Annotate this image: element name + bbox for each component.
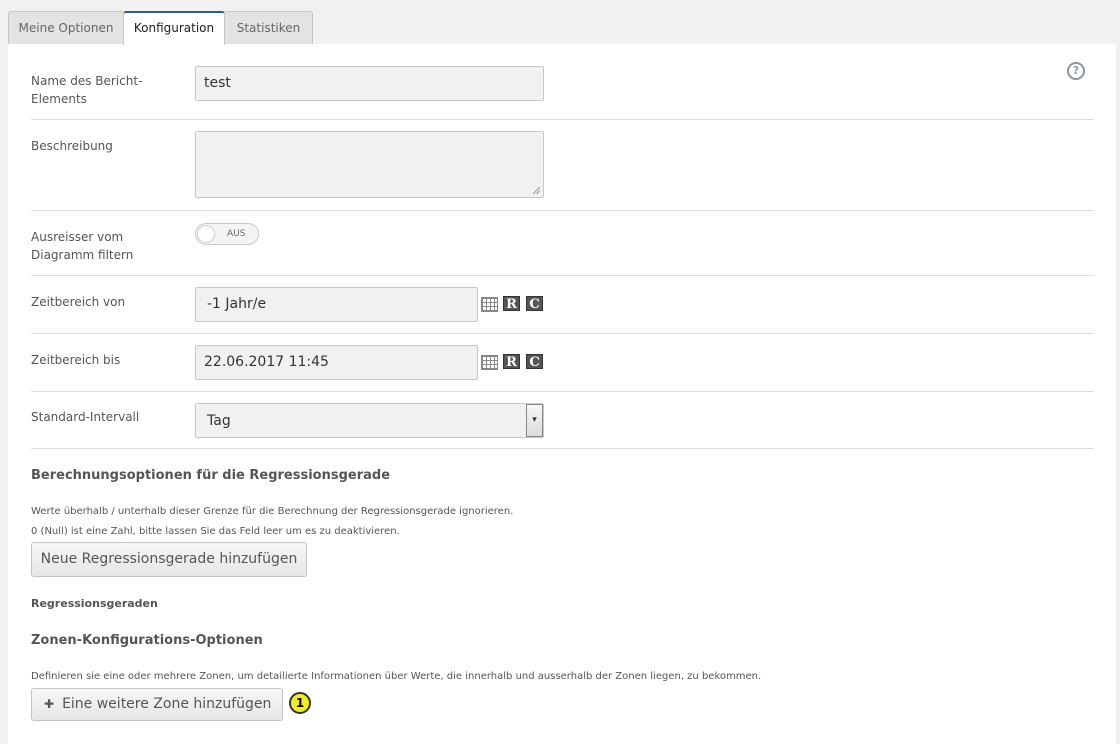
- divider: [31, 275, 1094, 276]
- relative-date-icon[interactable]: R: [503, 296, 520, 312]
- interval-selected: Tag: [207, 413, 231, 429]
- outliers-toggle[interactable]: AUS: [195, 223, 259, 245]
- divider: [31, 210, 1094, 211]
- interval-label: Standard-Intervall: [31, 410, 140, 424]
- tab-statistiken[interactable]: Statistiken: [224, 11, 313, 44]
- description-textarea[interactable]: [195, 131, 544, 198]
- toggle-knob: [197, 225, 215, 243]
- name-label: Name des Bericht-Elements: [31, 74, 143, 106]
- name-input[interactable]: test: [195, 66, 544, 101]
- interval-select[interactable]: Tag ▾: [195, 403, 544, 438]
- add-zone-button[interactable]: ✚ Eine weitere Zone hinzufügen: [31, 688, 283, 721]
- description-label: Beschreibung: [31, 139, 113, 153]
- range-from-input[interactable]: -1 Jahr/e: [195, 287, 478, 322]
- range-to-label: Zeitbereich bis: [31, 353, 121, 367]
- outliers-label: Ausreisser vom Diagramm filtern: [31, 230, 134, 262]
- clear-date-icon[interactable]: C: [526, 354, 543, 370]
- zones-note: Definieren sie eine oder mehrere Zonen, …: [31, 671, 762, 682]
- divider: [31, 448, 1094, 449]
- clear-date-icon[interactable]: C: [526, 296, 543, 312]
- regression-heading: Berechnungsoptionen für die Regressionsg…: [31, 468, 391, 483]
- calendar-icon[interactable]: [481, 355, 498, 370]
- zones-heading: Zonen-Konfigurations-Optionen: [31, 633, 263, 648]
- chevron-down-icon[interactable]: ▾: [526, 404, 543, 437]
- add-regression-button[interactable]: Neue Regressionsgerade hinzufügen: [31, 542, 307, 577]
- tab-konfiguration[interactable]: Konfiguration: [123, 11, 225, 45]
- divider: [31, 333, 1094, 334]
- tab-meine-optionen[interactable]: Meine Optionen: [8, 11, 124, 44]
- regression-note-2: 0 (Null) ist eine Zahl, bitte lassen Sie…: [31, 526, 400, 537]
- regression-note-1: Werte überhalb / unterhalb dieser Grenze…: [31, 506, 514, 517]
- range-from-label: Zeitbereich von: [31, 295, 126, 309]
- regression-list-heading: Regressionsgeraden: [31, 597, 158, 610]
- plus-icon: ✚: [44, 697, 55, 711]
- calendar-icon[interactable]: [481, 297, 498, 312]
- divider: [31, 391, 1094, 392]
- toggle-state: AUS: [227, 229, 246, 239]
- divider: [31, 119, 1094, 120]
- help-icon[interactable]: ?: [1067, 62, 1085, 80]
- resize-grip-icon[interactable]: [533, 187, 540, 194]
- callout-badge: 1: [289, 692, 311, 714]
- add-zone-label: Eine weitere Zone hinzufügen: [62, 696, 272, 712]
- range-to-input[interactable]: 22.06.2017 11:45: [195, 345, 478, 380]
- relative-date-icon[interactable]: R: [503, 354, 520, 370]
